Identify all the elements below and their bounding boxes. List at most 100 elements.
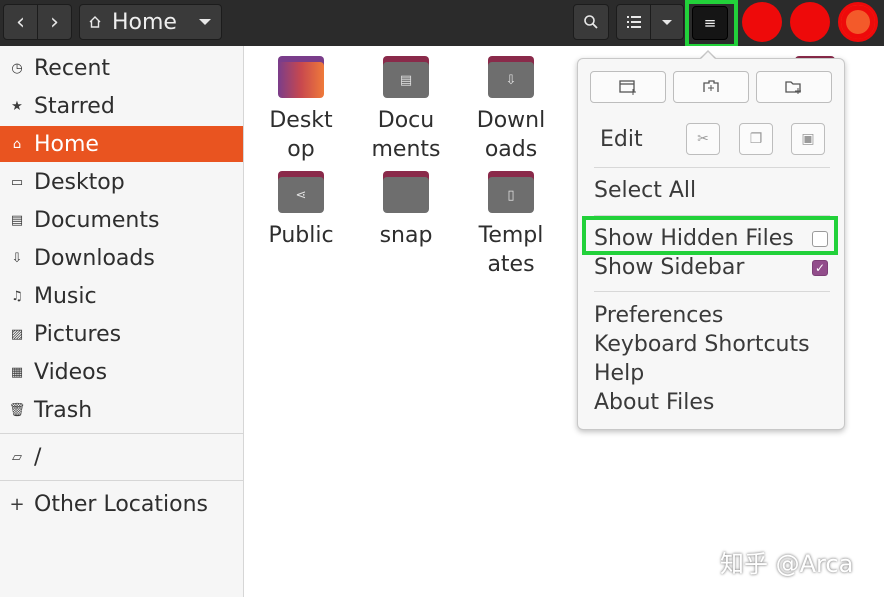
- highlight-box-menu-button: [685, 0, 738, 48]
- folder-icon: [383, 171, 429, 213]
- download-icon: ⇩: [0, 251, 34, 266]
- desktop-folder-icon: [278, 56, 324, 98]
- select-all-item[interactable]: Select All: [594, 178, 696, 203]
- video-icon: ▦: [0, 365, 34, 380]
- new-folder-button[interactable]: [756, 71, 832, 103]
- new-window-icon: [619, 79, 637, 95]
- sidebar-item-root[interactable]: ▱ /: [0, 439, 243, 475]
- new-folder-icon: [785, 79, 803, 95]
- downloads-folder-icon: ⇩: [488, 56, 534, 98]
- sidebar-item-documents[interactable]: ▤ Documents: [0, 202, 243, 238]
- menu-divider: [594, 167, 830, 168]
- file-label: Documents: [356, 106, 456, 164]
- file-label: snap: [356, 221, 456, 250]
- picture-icon: ▨: [0, 327, 34, 342]
- clock-icon: ◷: [0, 61, 34, 76]
- file-item-templates[interactable]: ▯ Templates: [461, 171, 561, 279]
- maximize-button[interactable]: [790, 2, 830, 42]
- sidebar-item-trash[interactable]: 🗑 Trash: [0, 392, 243, 428]
- file-item-public[interactable]: ⋖ Public: [251, 171, 351, 250]
- list-view-icon: [627, 16, 641, 28]
- desktop-icon: ▭: [0, 175, 34, 190]
- sidebar-item-label: Home: [34, 132, 99, 157]
- music-icon: ♫: [0, 289, 34, 304]
- path-bar-home-button[interactable]: Home: [79, 4, 222, 40]
- documents-folder-icon: ▤: [383, 56, 429, 98]
- path-label: Home: [112, 10, 177, 35]
- sidebar-divider: [0, 433, 243, 434]
- trash-icon: 🗑: [0, 403, 34, 418]
- preferences-item[interactable]: Preferences: [594, 303, 723, 328]
- forward-button[interactable]: ›: [37, 4, 72, 40]
- paste-button[interactable]: ▣: [791, 123, 825, 155]
- chevron-left-icon: ‹: [16, 10, 25, 35]
- copy-icon: ❐: [750, 131, 763, 147]
- list-view-button[interactable]: [616, 4, 651, 40]
- help-item[interactable]: Help: [594, 361, 644, 386]
- file-item-snap[interactable]: snap: [356, 171, 456, 250]
- sidebar-item-desktop[interactable]: ▭ Desktop: [0, 164, 243, 200]
- plus-icon: +: [0, 494, 34, 515]
- sidebar-item-label: Recent: [34, 56, 110, 81]
- sidebar-item-label: Desktop: [34, 170, 125, 195]
- search-icon: [583, 14, 599, 30]
- document-icon: ▤: [0, 213, 34, 228]
- popover-arrow-fill: [700, 52, 716, 60]
- sidebar-item-label: Other Locations: [34, 492, 208, 517]
- header-bar: ‹ › Home ≡: [0, 0, 884, 46]
- file-label: Desktop: [251, 106, 351, 164]
- templates-folder-icon: ▯: [488, 171, 534, 213]
- sidebar-item-label: Trash: [34, 398, 92, 423]
- menu-divider: [594, 291, 830, 292]
- sidebar-item-music[interactable]: ♫ Music: [0, 278, 243, 314]
- show-sidebar-checkbox[interactable]: ✓: [812, 260, 828, 276]
- back-button[interactable]: ‹: [3, 4, 38, 40]
- drive-icon: ▱: [0, 450, 34, 465]
- sidebar-item-pictures[interactable]: ▨ Pictures: [0, 316, 243, 352]
- file-label: Templates: [461, 221, 561, 279]
- show-sidebar-item[interactable]: Show Sidebar: [594, 255, 744, 280]
- sidebar-item-label: Videos: [34, 360, 107, 385]
- view-options-button[interactable]: [650, 4, 684, 40]
- paste-icon: ▣: [801, 131, 814, 147]
- file-label: Public: [251, 221, 351, 250]
- copy-button[interactable]: ❐: [739, 123, 773, 155]
- chevron-down-icon: [199, 19, 211, 25]
- new-window-button[interactable]: [590, 71, 666, 103]
- checkmark-icon: ✓: [815, 261, 825, 275]
- chevron-right-icon: ›: [50, 10, 59, 35]
- chevron-down-icon: [662, 20, 672, 25]
- home-icon: ⌂: [0, 137, 34, 152]
- file-item-documents[interactable]: ▤ Documents: [356, 56, 456, 164]
- edit-label: Edit: [600, 127, 643, 152]
- new-tab-icon: [702, 79, 720, 95]
- search-button[interactable]: [573, 4, 609, 40]
- keyboard-shortcuts-item[interactable]: Keyboard Shortcuts: [594, 332, 810, 357]
- file-item-downloads[interactable]: ⇩ Downloads: [461, 56, 561, 164]
- sidebar-item-home[interactable]: ⌂ Home: [0, 126, 243, 162]
- home-icon: [88, 15, 102, 29]
- sidebar-item-starred[interactable]: ★ Starred: [0, 88, 243, 124]
- watermark: 知乎 @Arca: [720, 544, 853, 579]
- highlight-box-show-hidden-files: [582, 216, 838, 255]
- minimize-button[interactable]: [742, 2, 782, 42]
- file-item-desktop[interactable]: Desktop: [251, 56, 351, 164]
- sidebar-item-label: Starred: [34, 94, 115, 119]
- sidebar-item-label: /: [34, 445, 41, 470]
- sidebar-item-videos[interactable]: ▦ Videos: [0, 354, 243, 390]
- sidebar: ◷ Recent ★ Starred ⌂ Home ▭ Desktop ▤ Do…: [0, 46, 244, 597]
- close-button[interactable]: [838, 2, 878, 42]
- sidebar-item-downloads[interactable]: ⇩ Downloads: [0, 240, 243, 276]
- cut-button[interactable]: ✂: [686, 123, 720, 155]
- sidebar-item-label: Music: [34, 284, 97, 309]
- sidebar-item-label: Downloads: [34, 246, 155, 271]
- scissors-icon: ✂: [697, 131, 709, 147]
- sidebar-item-recent[interactable]: ◷ Recent: [0, 50, 243, 86]
- star-icon: ★: [0, 99, 34, 114]
- sidebar-item-other-locations[interactable]: + Other Locations: [0, 486, 243, 522]
- about-files-item[interactable]: About Files: [594, 390, 714, 415]
- sidebar-item-label: Documents: [34, 208, 159, 233]
- sidebar-divider: [0, 480, 243, 481]
- new-tab-button[interactable]: [673, 71, 749, 103]
- public-folder-icon: ⋖: [278, 171, 324, 213]
